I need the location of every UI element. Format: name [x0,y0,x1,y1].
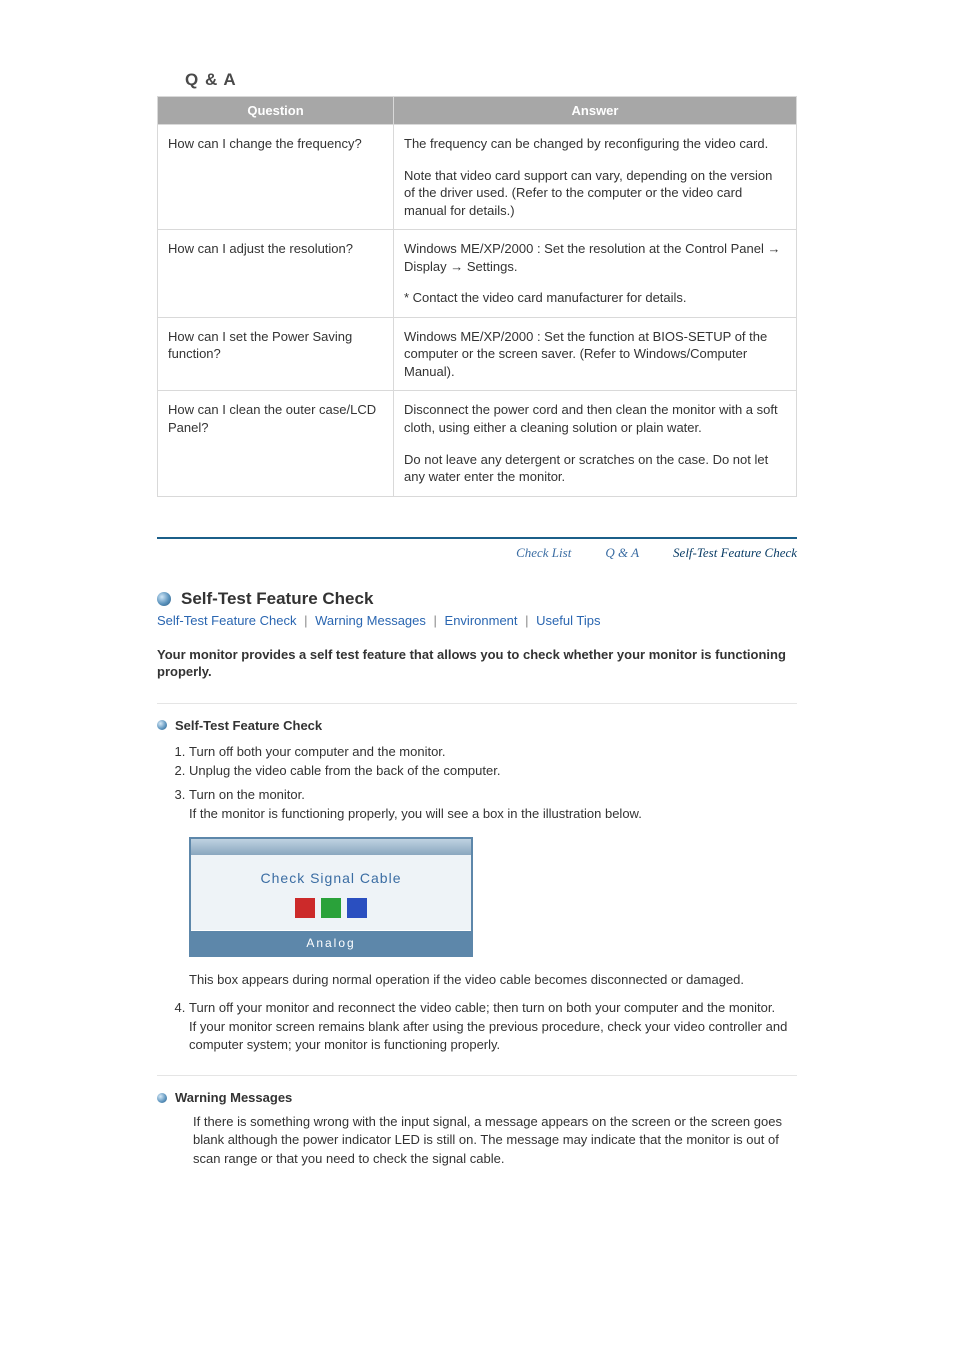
list-item: Turn on the monitor. If the monitor is f… [189,786,797,989]
qa-answer: Windows ME/XP/2000 : Set the resolution … [394,230,797,318]
steps-list: Turn off both your computer and the moni… [167,743,797,1053]
rgb-squares [191,898,471,918]
table-row: How can I adjust the resolution? Windows… [158,230,797,318]
signal-top-bar [191,839,471,855]
signal-box-text: Check Signal Cable [191,869,471,888]
separator: | [304,613,307,628]
red-square-icon [295,898,315,918]
qa-answer-text: The frequency can be changed by reconfig… [404,135,786,153]
link-warning-messages[interactable]: Warning Messages [315,613,426,628]
blue-square-icon [347,898,367,918]
qa-question: How can I adjust the resolution? [158,230,394,318]
step-text: If the monitor is functioning properly, … [189,805,797,823]
qa-th-question: Question [158,97,394,125]
warning-paragraph: If there is something wrong with the inp… [193,1113,797,1168]
intro-text: Your monitor provides a self test featur… [157,646,797,681]
qa-answer-text: Do not leave any detergent or scratches … [404,451,786,486]
link-environment[interactable]: Environment [445,613,518,628]
qa-answer-text: Note that video card support can vary, d… [404,167,786,220]
qa-question: How can I set the Power Saving function? [158,317,394,391]
step-text: Turn off both your computer and the moni… [189,744,446,759]
signal-box-footer: Analog [191,930,471,955]
qa-th-answer: Answer [394,97,797,125]
qa-answer-text: Disconnect the power cord and then clean… [404,401,786,436]
qa-answer: The frequency can be changed by reconfig… [394,125,797,230]
tab-self-test[interactable]: Self-Test Feature Check [673,545,797,561]
list-item: Unplug the video cable from the back of … [189,762,797,780]
qa-answer: Windows ME/XP/2000 : Set the function at… [394,317,797,391]
tab-q-and-a[interactable]: Q & A [605,545,639,561]
bullet-icon [157,720,167,730]
qa-question: How can I change the frequency? [158,125,394,230]
qa-answer-text: Windows ME/XP/2000 : Set the function at… [404,328,786,381]
bullet-icon [157,1093,167,1103]
separator: | [434,613,437,628]
list-item: Turn off both your computer and the moni… [189,743,797,761]
signal-illustration: Check Signal Cable Analog [189,837,473,957]
subsection-heading-self-test: Self-Test Feature Check [175,718,322,733]
qa-table: Question Answer How can I change the fre… [157,96,797,497]
subsection-heading-warning: Warning Messages [175,1090,292,1105]
separator: | [525,613,528,628]
step-text: If your monitor screen remains blank aft… [189,1018,797,1053]
list-item: Turn off your monitor and reconnect the … [189,999,797,1054]
link-self-test[interactable]: Self-Test Feature Check [157,613,296,628]
tab-bar: Check List Q & A Self-Test Feature Check [157,537,797,561]
link-useful-tips[interactable]: Useful Tips [536,613,600,628]
table-row: How can I set the Power Saving function?… [158,317,797,391]
green-square-icon [321,898,341,918]
divider [157,703,797,704]
bullet-icon [157,592,171,606]
qa-question: How can I clean the outer case/LCD Panel… [158,391,394,496]
qa-answer: Disconnect the power cord and then clean… [394,391,797,496]
step-text: Unplug the video cable from the back of … [189,763,500,778]
qa-heading: Q & A [185,70,797,90]
qa-answer-text: Windows ME/XP/2000 : Set the resolution … [404,240,786,275]
table-row: How can I clean the outer case/LCD Panel… [158,391,797,496]
tab-check-list[interactable]: Check List [516,545,571,561]
table-row: How can I change the frequency? The freq… [158,125,797,230]
step-text: Turn on the monitor. [189,786,797,804]
step-text: This box appears during normal operation… [189,971,797,989]
step-text: Turn off your monitor and reconnect the … [189,999,797,1017]
divider [157,1075,797,1076]
qa-answer-text: * Contact the video card manufacturer fo… [404,289,786,307]
sub-links: Self-Test Feature Check | Warning Messag… [157,613,797,628]
section-heading-self-test: Self-Test Feature Check [181,589,373,609]
